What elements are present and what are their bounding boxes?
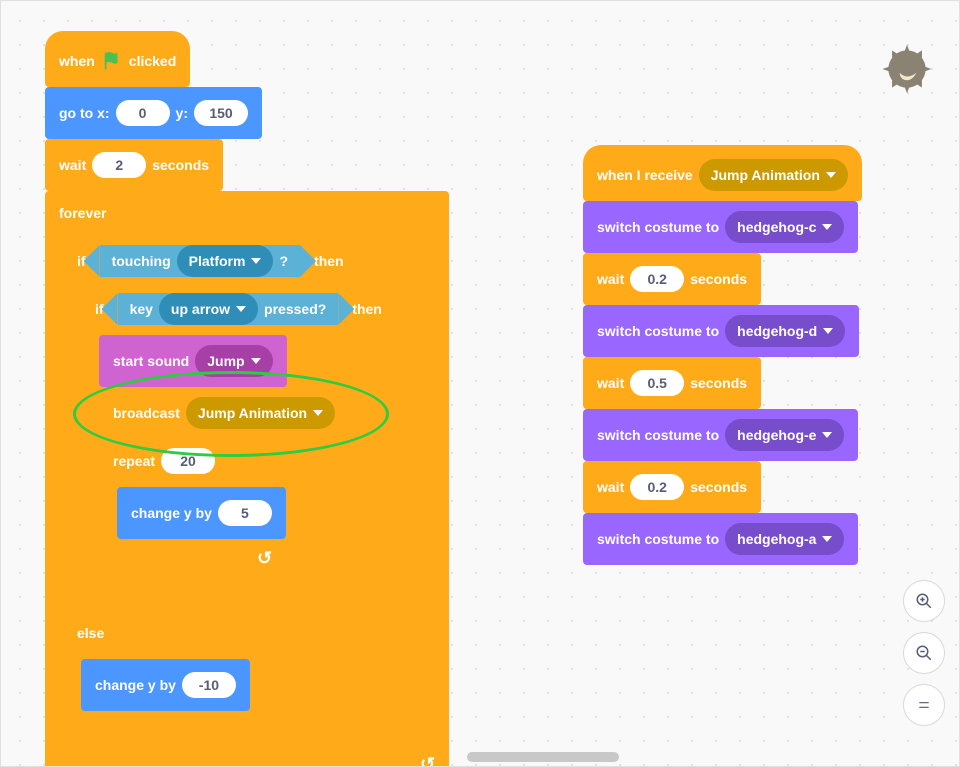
green-flag-icon [101,50,123,72]
wait-label-b1: wait [597,271,624,287]
wait-input-b1[interactable]: 0.2 [630,266,684,292]
chevron-down-icon [313,410,323,416]
key-label: key [130,301,153,317]
switch-costume-block-3[interactable]: switch costume to hedgehog-e [583,409,858,461]
forever-label: forever [59,205,106,221]
hat-clicked-label: clicked [129,53,176,69]
zoom-controls [903,580,945,726]
switch-costume-label-2: switch costume to [597,323,719,339]
when-i-receive-block[interactable]: when I receive Jump Animation [583,145,862,201]
receive-message-dropdown[interactable]: Jump Animation [699,159,848,191]
chevron-down-icon [822,224,832,230]
chevron-down-icon [822,432,832,438]
chevron-down-icon [826,172,836,178]
costume-value-4: hedgehog-a [737,531,816,547]
costume-dropdown-2[interactable]: hedgehog-d [725,315,845,347]
costume-value-2: hedgehog-d [737,323,817,339]
hat-when-label: when [59,53,95,69]
when-i-receive-label: when I receive [597,167,693,183]
script-stack-main[interactable]: when clicked go to x: 0 y: 150 wait 2 se… [45,31,449,767]
broadcast-block[interactable]: broadcast Jump Animation [99,387,349,439]
goto-x-input[interactable]: 0 [116,100,170,126]
change-y-up-input[interactable]: 5 [218,500,272,526]
if-else-block[interactable]: if touching Platform ? then [63,239,449,745]
seconds-label: seconds [152,157,209,173]
key-pressed-reporter[interactable]: key up arrow pressed? [118,293,339,325]
change-y-label: change y by [131,505,212,521]
wait-label-b3: wait [597,479,624,495]
seconds-label-b2: seconds [690,375,747,391]
touching-reporter[interactable]: touching Platform ? [100,245,300,277]
loop-arrow-icon: ↻ [257,549,272,567]
sound-dropdown[interactable]: Jump [195,345,272,377]
wait-block-b3[interactable]: wait 0.2 seconds [583,461,761,513]
change-y-label-2: change y by [95,677,176,693]
when-green-flag-clicked-block[interactable]: when clicked [45,31,190,87]
goto-x-label: go to x: [59,105,110,121]
costume-value-1: hedgehog-c [737,219,816,235]
seconds-label-b3: seconds [690,479,747,495]
change-y-by-down-block[interactable]: change y by -10 [81,659,250,711]
wait-label: wait [59,157,86,173]
repeat-label: repeat [113,453,155,469]
else-label: else [77,625,104,641]
start-sound-block[interactable]: start sound Jump [99,335,287,387]
wait-input-b3[interactable]: 0.2 [630,474,684,500]
touching-target-dropdown[interactable]: Platform [177,245,274,277]
chevron-down-icon [236,306,246,312]
switch-costume-label-3: switch costume to [597,427,719,443]
receive-message-value: Jump Animation [711,167,820,183]
costume-dropdown-3[interactable]: hedgehog-e [725,419,844,451]
switch-costume-label-4: switch costume to [597,531,719,547]
switch-costume-label: switch costume to [597,219,719,235]
goto-y-input[interactable]: 150 [194,100,248,126]
script-stack-receive[interactable]: when I receive Jump Animation switch cos… [583,145,862,565]
switch-costume-block-2[interactable]: switch costume to hedgehog-d [583,305,859,357]
touching-q-label: ? [279,253,288,269]
key-dropdown[interactable]: up arrow [159,293,258,325]
broadcast-message-value: Jump Animation [198,405,307,421]
pressed-label: pressed? [264,301,326,317]
change-y-by-up-block[interactable]: change y by 5 [117,487,286,539]
if-block[interactable]: if key up arrow pressed? then [81,287,449,607]
wait-input-b2[interactable]: 0.5 [630,370,684,396]
chevron-down-icon [251,358,261,364]
then-label: then [314,253,344,269]
horizontal-scrollbar[interactable] [467,752,619,762]
zoom-in-button[interactable] [903,580,945,622]
chevron-down-icon [251,258,261,264]
key-value: up arrow [171,301,230,317]
change-y-down-input[interactable]: -10 [182,672,236,698]
repeat-block[interactable]: repeat 20 change y by 5 [99,439,286,573]
seconds-label-b1: seconds [690,271,747,287]
switch-costume-block-4[interactable]: switch costume to hedgehog-a [583,513,858,565]
forever-block[interactable]: forever if touching Platform ? [45,191,449,767]
wait-block-b2[interactable]: wait 0.5 seconds [583,357,761,409]
loop-arrow-icon: ↻ [420,755,435,767]
go-to-xy-block[interactable]: go to x: 0 y: 150 [45,87,262,139]
repeat-count-input[interactable]: 20 [161,448,215,474]
wait-seconds-block[interactable]: wait 2 seconds [45,139,223,191]
costume-dropdown-1[interactable]: hedgehog-c [725,211,844,243]
zoom-reset-button[interactable] [903,684,945,726]
switch-costume-block-1[interactable]: switch costume to hedgehog-c [583,201,858,253]
wait-label-b2: wait [597,375,624,391]
costume-dropdown-4[interactable]: hedgehog-a [725,523,844,555]
zoom-out-button[interactable] [903,632,945,674]
blocks-workspace[interactable]: when clicked go to x: 0 y: 150 wait 2 se… [0,0,960,767]
then-label-2: then [352,301,382,317]
sound-value: Jump [207,353,244,369]
touching-target-value: Platform [189,253,246,269]
wait-block-b1[interactable]: wait 0.2 seconds [583,253,761,305]
goto-y-label: y: [176,105,188,121]
chevron-down-icon [823,328,833,334]
sprite-thumbnail [879,41,935,97]
start-sound-label: start sound [113,353,189,369]
touching-label: touching [112,253,171,269]
broadcast-label: broadcast [113,405,180,421]
chevron-down-icon [822,536,832,542]
wait-seconds-input[interactable]: 2 [92,152,146,178]
costume-value-3: hedgehog-e [737,427,816,443]
broadcast-message-dropdown[interactable]: Jump Animation [186,397,335,429]
